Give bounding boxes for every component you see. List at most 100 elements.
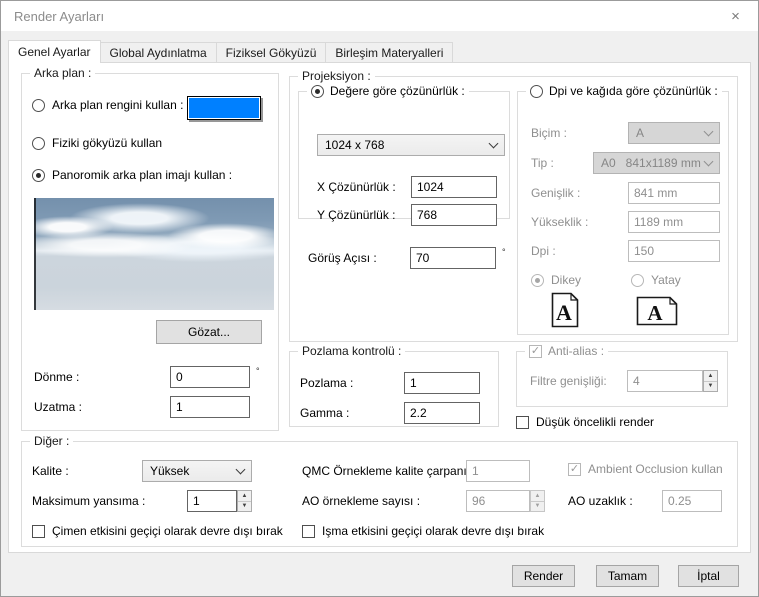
- paper-height-label: Yükseklik :: [531, 215, 588, 229]
- dropdown-value: A: [636, 126, 705, 140]
- radio-label: Arka plan rengini kullan :: [52, 98, 183, 112]
- ao-samples-spinner[interactable]: ▲ ▼: [530, 490, 545, 512]
- dropdown-value: 1024 x 768: [325, 138, 490, 152]
- resolution-by-dpi-group: Dpi ve kağıda göre çözünürlük : Biçim : …: [517, 91, 729, 335]
- dpi-label: Dpi :: [531, 244, 556, 258]
- disable-grass-checkbox[interactable]: Çimen etkisini geçiçi olarak devre dışı …: [32, 524, 283, 538]
- ao-distance-label: AO uzaklık :: [568, 494, 633, 508]
- resolution-by-value-group: Değere göre çözünürlük : 1024 x 768 X Çö…: [298, 91, 510, 219]
- tab-fiziksel-gokyuzu[interactable]: Fiziksel Gökyüzü: [217, 42, 327, 63]
- render-settings-dialog: Render Ayarları × Genel Ayarlar Global A…: [0, 0, 759, 597]
- title-bar: Render Ayarları ×: [1, 1, 758, 31]
- paper-width-field[interactable]: 841 mm: [628, 182, 720, 204]
- checkbox-label: Çimen etkisini geçiçi olarak devre dışı …: [52, 524, 283, 538]
- radio-icon: [32, 169, 45, 182]
- dpi-field[interactable]: 150: [628, 240, 720, 262]
- paper-type-dropdown[interactable]: A0 841x1189 mm: [593, 152, 720, 174]
- paper-type-label: Tip :: [531, 156, 554, 170]
- gamma-field[interactable]: 2.2: [404, 402, 480, 424]
- max-reflection-field[interactable]: 1: [187, 490, 237, 512]
- spinner-down-icon[interactable]: ▼: [238, 502, 251, 512]
- antialias-group: ✓ Anti-alias : Filtre genişliği: 4 ▲ ▼: [516, 351, 728, 407]
- paper-format-label: Biçim :: [531, 126, 567, 140]
- checkbox-label: Düşük öncelikli render: [536, 415, 654, 429]
- filter-width-field[interactable]: 4: [627, 370, 703, 392]
- checkbox-label: Ambient Occlusion kullan: [588, 462, 723, 476]
- stretch-field[interactable]: 1: [170, 396, 250, 418]
- projection-group: Projeksiyon : Değere göre çözünürlük : 1…: [289, 76, 738, 342]
- spinner-up-icon[interactable]: ▲: [531, 491, 544, 502]
- spinner-up-icon[interactable]: ▲: [704, 371, 717, 382]
- filter-width-spinner[interactable]: ▲ ▼: [703, 370, 718, 392]
- radio-icon: [32, 99, 45, 112]
- rotation-degree-unit: °: [256, 366, 260, 376]
- max-reflection-spinner[interactable]: ▲ ▼: [237, 490, 252, 512]
- checkbox-icon: [32, 525, 45, 538]
- paper-height-field[interactable]: 1189 mm: [628, 211, 720, 233]
- tab-birlesim-materyalleri[interactable]: Birleşim Materyalleri: [326, 42, 453, 63]
- y-resolution-field[interactable]: 768: [411, 204, 497, 226]
- svg-text:A: A: [647, 301, 663, 325]
- resolution-preset-dropdown[interactable]: 1024 x 768: [317, 134, 505, 156]
- radio-label: Yatay: [651, 273, 681, 287]
- stretch-label: Uzatma :: [34, 400, 82, 414]
- color-fill: [189, 98, 259, 118]
- qmc-quality-field[interactable]: 1: [466, 460, 530, 482]
- radio-label: Dikey: [551, 273, 581, 287]
- tab-strip: Genel Ayarlar Global Aydınlatma Fiziksel…: [8, 40, 453, 63]
- fov-field[interactable]: 70: [410, 247, 496, 269]
- exposure-field[interactable]: 1: [404, 372, 480, 394]
- radio-use-physical-sky[interactable]: Fiziki gökyüzü kullan: [32, 136, 162, 150]
- ao-samples-field[interactable]: 96: [466, 490, 530, 512]
- projection-group-title: Projeksiyon :: [298, 69, 375, 83]
- paper-format-dropdown[interactable]: A: [628, 122, 720, 144]
- checkbox-label: Işma etkisini geçiçi olarak devre dışı b…: [322, 524, 544, 538]
- browse-button[interactable]: Gözat...: [156, 320, 262, 344]
- quality-dropdown[interactable]: Yüksek: [142, 460, 252, 482]
- window-title: Render Ayarları: [14, 9, 104, 24]
- spinner-down-icon[interactable]: ▼: [704, 382, 717, 392]
- other-group-title: Diğer :: [30, 434, 73, 448]
- ambient-occlusion-checkbox[interactable]: ✓ Ambient Occlusion kullan: [568, 462, 723, 476]
- tab-global-aydinlatma[interactable]: Global Aydınlatma: [101, 42, 217, 63]
- x-resolution-field[interactable]: 1024: [411, 176, 497, 198]
- ao-distance-field[interactable]: 0.25: [662, 490, 722, 512]
- fov-degree-unit: °: [502, 247, 506, 257]
- background-group: Arka plan : Arka plan rengini kullan : F…: [21, 73, 279, 431]
- background-color-swatch[interactable]: [187, 96, 261, 120]
- exposure-group: Pozlama kontrolü : Pozlama : 1 Gamma : 2…: [289, 351, 499, 427]
- render-button[interactable]: Render: [512, 565, 575, 587]
- max-reflection-label: Maksimum yansıma :: [32, 494, 145, 508]
- ok-button[interactable]: Tamam: [596, 565, 659, 587]
- disable-glow-checkbox[interactable]: Işma etkisini geçiçi olarak devre dışı b…: [302, 524, 544, 538]
- tab-genel-ayarlar[interactable]: Genel Ayarlar: [8, 40, 101, 63]
- svg-text:A: A: [556, 300, 572, 325]
- rotation-field[interactable]: 0: [170, 366, 250, 388]
- spinner-up-icon[interactable]: ▲: [238, 491, 251, 502]
- low-priority-checkbox[interactable]: Düşük öncelikli render: [516, 415, 654, 429]
- radio-icon: [631, 274, 644, 287]
- checkbox-icon: [516, 416, 529, 429]
- close-icon[interactable]: ×: [713, 1, 758, 31]
- filter-width-label: Filtre genişliği:: [530, 374, 607, 388]
- cancel-button[interactable]: İptal: [678, 565, 739, 587]
- radio-label: Fiziki gökyüzü kullan: [52, 136, 162, 150]
- dropdown-value: Yüksek: [150, 464, 237, 478]
- checkbox-icon: [302, 525, 315, 538]
- gamma-label: Gamma :: [300, 406, 349, 420]
- radio-resolution-by-value[interactable]: Değere göre çözünürlük :: [307, 84, 469, 98]
- radio-use-background-color[interactable]: Arka plan rengini kullan :: [32, 98, 183, 112]
- radio-resolution-by-dpi[interactable]: Dpi ve kağıda göre çözünürlük :: [526, 84, 722, 98]
- radio-portrait[interactable]: Dikey: [531, 273, 581, 287]
- tab-page-genel-ayarlar: Arka plan : Arka plan rengini kullan : F…: [8, 62, 751, 553]
- chevron-down-icon: [704, 126, 714, 136]
- checkbox-icon: ✓: [529, 345, 542, 358]
- checkbox-label: Anti-alias :: [548, 344, 604, 358]
- checkbox-icon: ✓: [568, 463, 581, 476]
- radio-landscape[interactable]: Yatay: [631, 273, 681, 287]
- antialias-checkbox[interactable]: ✓ Anti-alias :: [525, 344, 608, 358]
- radio-use-panoramic-image[interactable]: Panoromik arka plan imajı kullan :: [32, 168, 232, 182]
- y-resolution-label: Y Çözünürlük :: [317, 208, 396, 222]
- spinner-down-icon[interactable]: ▼: [531, 502, 544, 512]
- qmc-quality-label: QMC Örnekleme kalite çarpanı :: [302, 464, 473, 478]
